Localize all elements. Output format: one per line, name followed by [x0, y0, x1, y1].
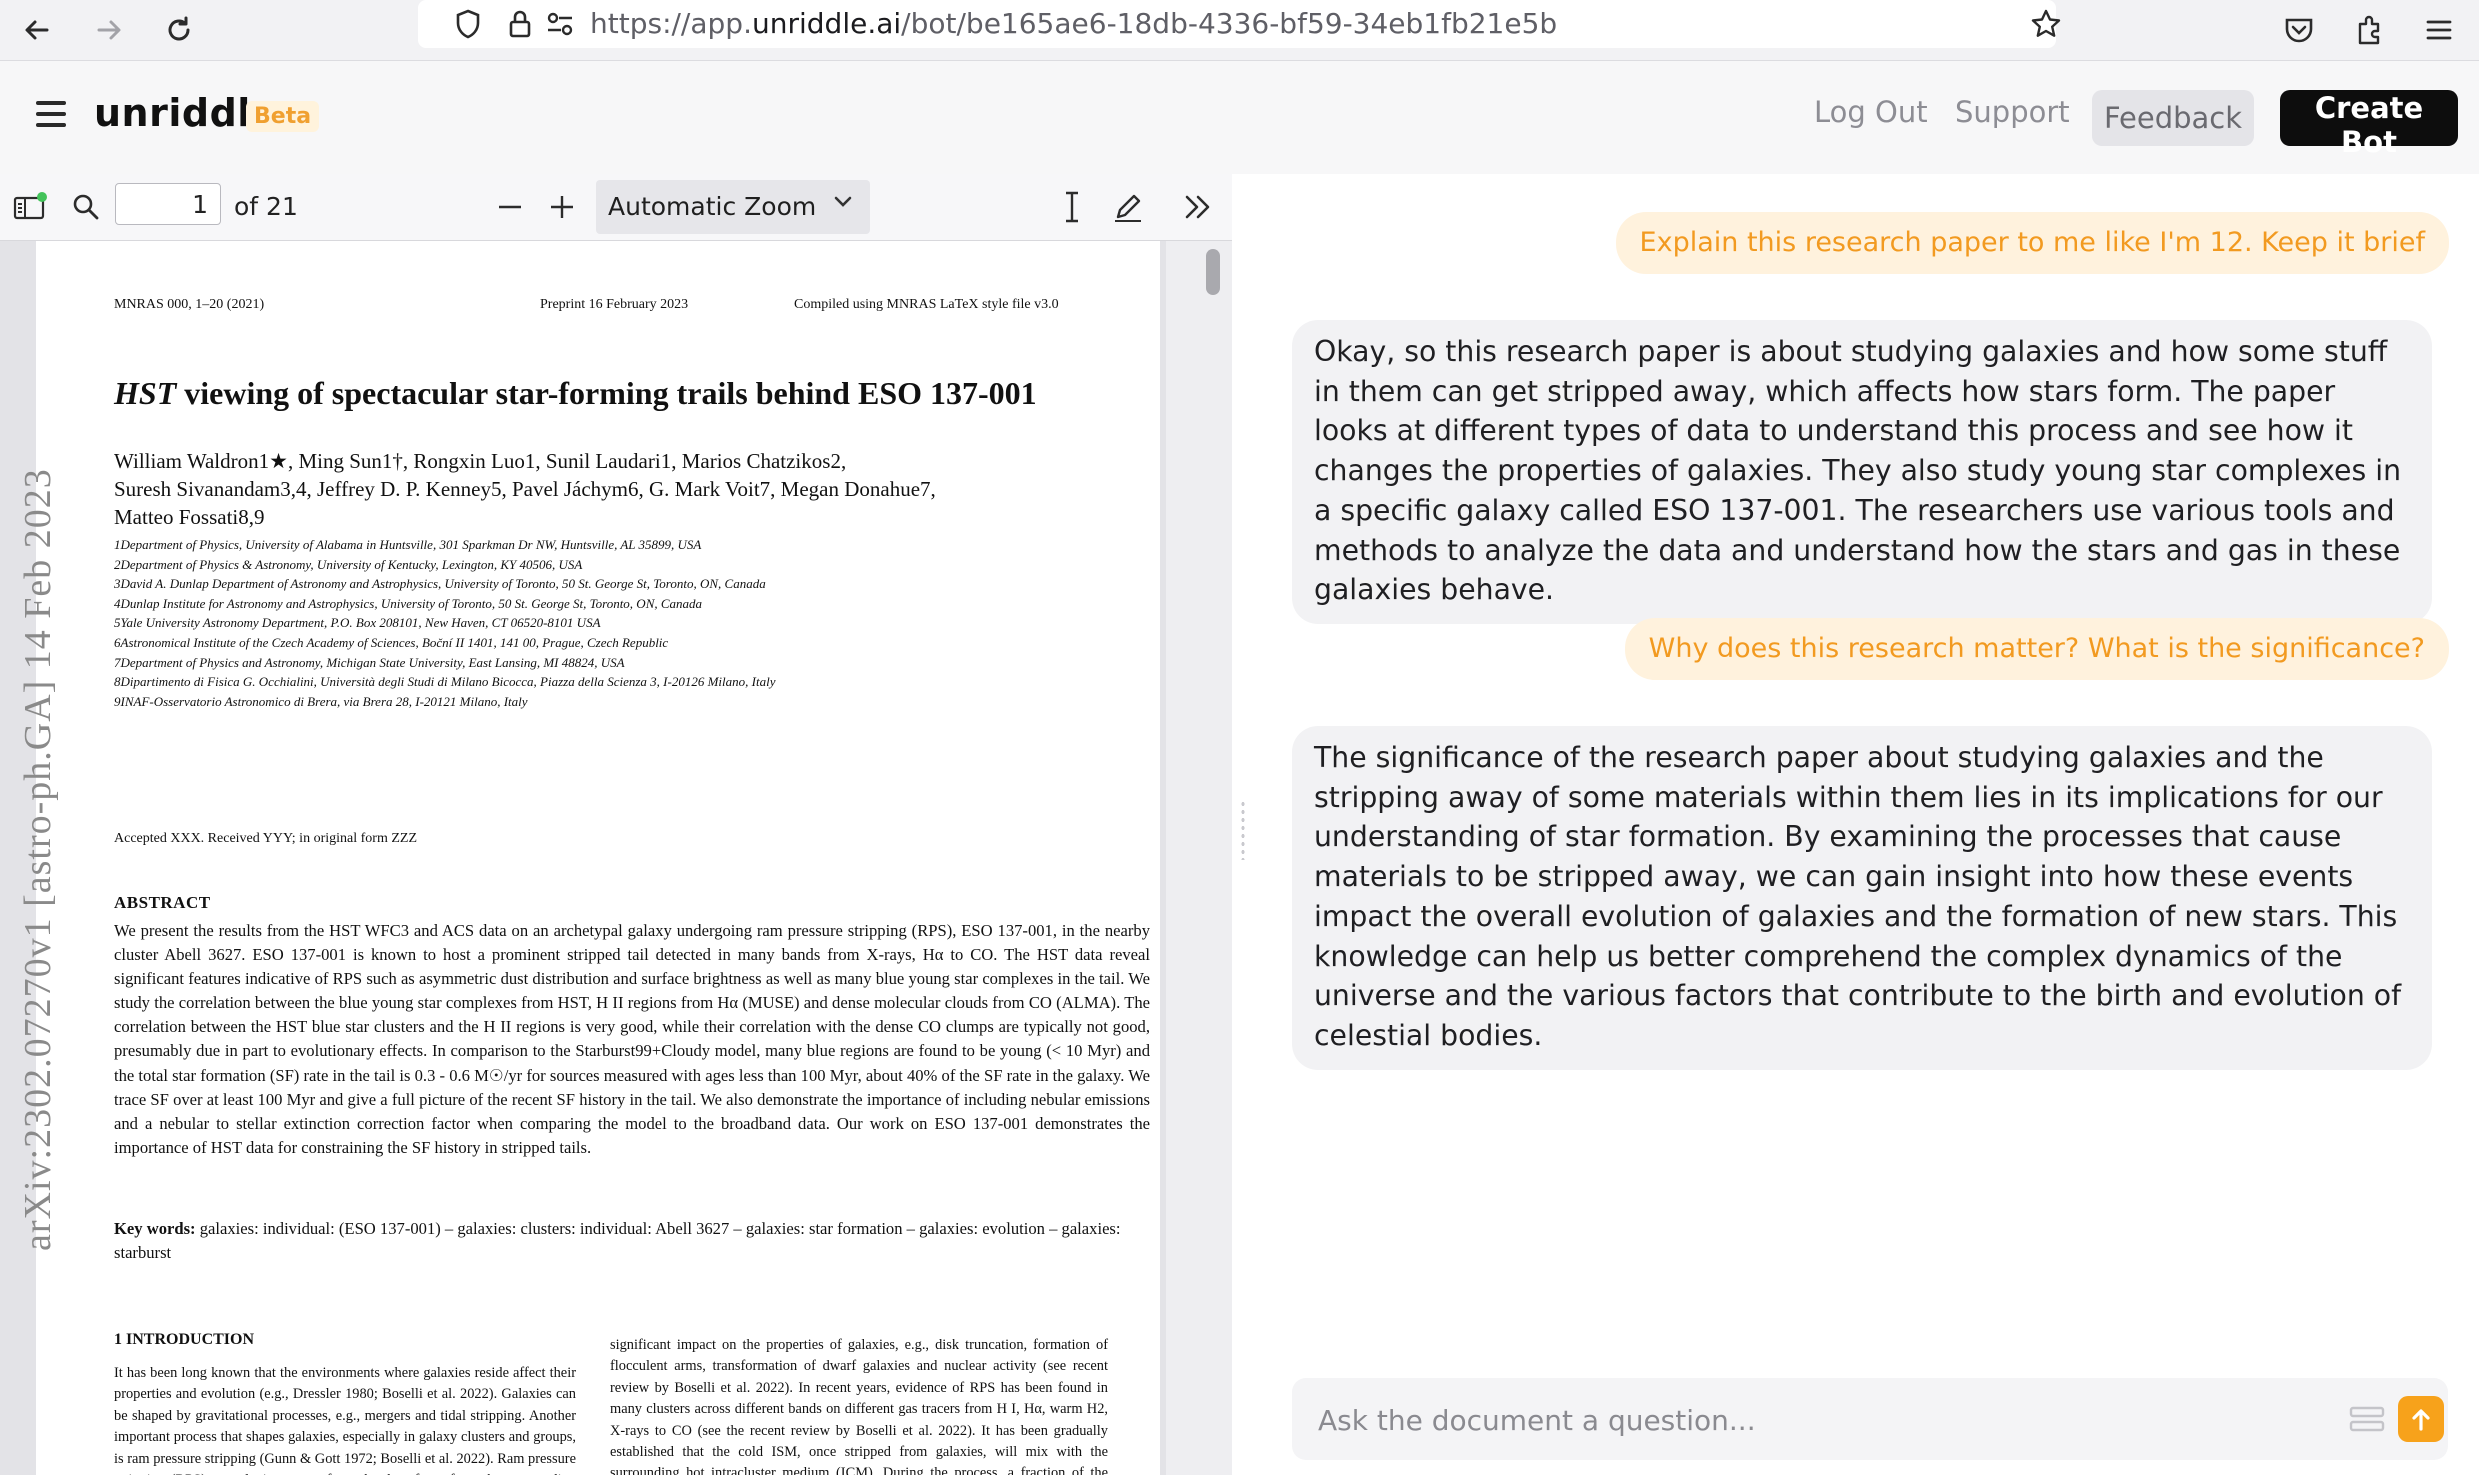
affiliation: 4Dunlap Institute for Astronomy and Astr… [114, 595, 703, 611]
authors-line: William Waldron1★, Ming Sun1†, Rongxin L… [114, 449, 847, 473]
page-number-input[interactable] [115, 183, 221, 225]
splitter-grip[interactable] [1240, 800, 1246, 860]
hamburger-menu-icon[interactable] [36, 101, 66, 127]
support-link[interactable]: Support [1955, 95, 2070, 129]
chat-panel: Explain this research paper to me like I… [1254, 174, 2479, 1475]
create-bot-button[interactable]: Create Bot [2280, 90, 2458, 159]
chevron-down-icon [832, 190, 854, 218]
bot-message: Okay, so this research paper is about st… [1292, 320, 2432, 624]
affiliation: 5Yale University Astronomy Department, P… [114, 615, 601, 631]
keywords: Key words: galaxies: individual: (ESO 13… [114, 1219, 1121, 1262]
bookmark-star-icon[interactable] [2026, 6, 2066, 42]
address-bar[interactable]: https://app.unriddle.ai/bot/be165ae6-18d… [418, 0, 2061, 48]
affiliation: 1Department of Physics, University of Al… [114, 537, 702, 552]
search-icon[interactable] [66, 184, 106, 230]
chat-composer [1292, 1378, 2448, 1460]
abstract-text: We present the results from the HST WFC3… [114, 921, 1150, 1157]
reload-icon[interactable] [154, 6, 204, 54]
affiliation: 2Department of Physics & Astronomy, Univ… [114, 556, 583, 572]
zoom-in-icon[interactable] [542, 184, 582, 230]
pdf-scroll-area[interactable]: MNRAS 000, 1–20 (2021) Preprint 16 Febru… [0, 241, 1232, 1475]
affiliation: 6Astronomical Institute of the Czech Aca… [114, 635, 669, 650]
pdf-viewer: of 21 Automatic Zoom MNRAS 000, 1–20 (20… [0, 174, 1232, 1475]
question-input[interactable] [1316, 1394, 2280, 1446]
browser-menu-icon[interactable] [2414, 6, 2464, 54]
abstract-heading: ABSTRACT [114, 893, 211, 912]
introduction-right-column: significant impact on the properties of … [610, 1337, 1108, 1475]
affiliation: 3David A. Dunlap Department of Astronomy… [114, 576, 766, 592]
pdf-scrollbar-thumb[interactable] [1206, 249, 1220, 295]
pdf-scrollbar-track[interactable] [1166, 241, 1232, 1475]
feedback-button[interactable]: Feedback [2092, 90, 2254, 146]
pocket-icon[interactable] [2274, 6, 2324, 54]
send-arrow-up-icon [2412, 1409, 2430, 1431]
beta-badge: Beta [246, 101, 320, 132]
logout-link[interactable]: Log Out [1814, 95, 1928, 129]
page-total: of 21 [234, 192, 298, 221]
draw-pen-icon[interactable] [1108, 184, 1148, 230]
user-message: Why does this research matter? What is t… [1624, 618, 2449, 680]
zoom-select[interactable]: Automatic Zoom [596, 180, 870, 234]
shield-icon[interactable] [448, 6, 488, 42]
double-chevron-right-icon[interactable] [1174, 184, 1222, 230]
pdf-toolbar: of 21 Automatic Zoom [0, 174, 1232, 241]
journal-ref: MNRAS 000, 1–20 (2021) [114, 297, 265, 312]
forward-arrow-icon[interactable] [84, 6, 134, 54]
zoom-out-icon[interactable] [490, 184, 530, 230]
permissions-icon[interactable] [540, 6, 580, 42]
arxiv-stamp: arXiv:2302.07270v1 [astro-ph.GA] 14 Feb … [17, 468, 59, 1251]
zoom-value: Automatic Zoom [608, 192, 817, 221]
paper-title: HST viewing of spectacular star-forming … [114, 375, 1037, 411]
introduction-left-column: It has been long known that the environm… [114, 1365, 576, 1475]
affiliation: 9INAF-Osservatorio Astronomico di Brera,… [114, 693, 528, 709]
authors-line: Matteo Fossati8,9 [114, 505, 265, 529]
preprint-date: Preprint 16 February 2023 [540, 297, 689, 312]
browser-toolbar: https://app.unriddle.ai/bot/be165ae6-18d… [0, 0, 2479, 61]
send-button[interactable] [2398, 1396, 2444, 1442]
text-cursor-icon[interactable] [1052, 184, 1092, 230]
back-arrow-icon[interactable] [12, 6, 62, 54]
document-icon[interactable] [2348, 1400, 2386, 1438]
bot-message: The significance of the research paper a… [1292, 726, 2432, 1070]
affiliation: 8Dipartimento di Fisica G. Occhialini, U… [114, 674, 776, 690]
lock-icon[interactable] [500, 6, 540, 42]
pdf-page: MNRAS 000, 1–20 (2021) Preprint 16 Febru… [17, 241, 1160, 1475]
user-message: Explain this research paper to me like I… [1615, 212, 2449, 274]
url-text[interactable]: https://app.unriddle.ai/bot/be165ae6-18d… [590, 6, 1557, 42]
introduction-heading: 1 INTRODUCTION [114, 1331, 255, 1348]
sidebar-toggle-icon[interactable] [10, 184, 50, 230]
authors-line: Suresh Sivanandam3,4, Jeffrey D. P. Kenn… [114, 477, 936, 501]
compiled-note: Compiled using MNRAS LaTeX style file v3… [794, 297, 1059, 312]
extensions-icon[interactable] [2344, 6, 2394, 54]
accepted-line: Accepted XXX. Received YYY; in original … [114, 831, 417, 846]
app-header: unriddle Beta Log Out Support Feedback C… [0, 61, 2479, 174]
affiliation: 7Department of Physics and Astronomy, Mi… [114, 654, 625, 670]
